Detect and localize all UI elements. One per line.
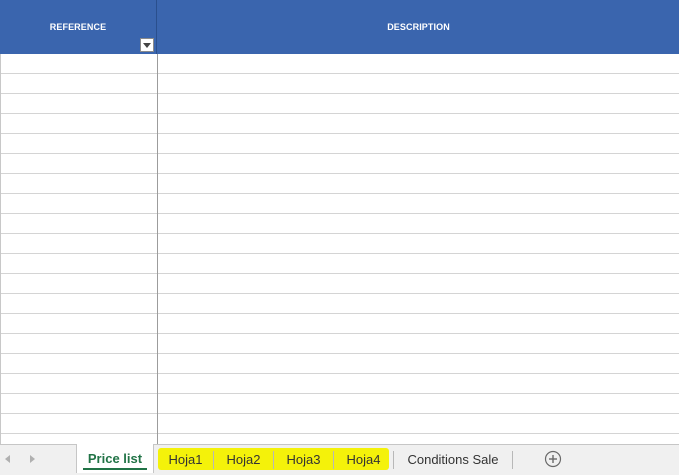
- table-row[interactable]: [0, 214, 679, 234]
- table-row[interactable]: [0, 134, 679, 154]
- column-divider: [157, 54, 158, 444]
- table-row[interactable]: [0, 434, 679, 444]
- column-header-description-label: DESCRIPTION: [387, 22, 450, 32]
- tab-price-list-label: Price list: [87, 451, 143, 466]
- tab-hoja2[interactable]: Hoja2: [214, 445, 273, 473]
- tab-hoja4-label: Hoja4: [346, 451, 381, 467]
- filter-dropdown-icon[interactable]: [140, 38, 154, 52]
- table-row[interactable]: [0, 234, 679, 254]
- table-row[interactable]: [0, 374, 679, 394]
- spreadsheet-grid: REFERENCE DESCRIPTION: [0, 0, 679, 444]
- table-row[interactable]: [0, 74, 679, 94]
- column-header-description[interactable]: DESCRIPTION: [158, 0, 679, 54]
- table-row[interactable]: [0, 334, 679, 354]
- header-row: REFERENCE DESCRIPTION: [0, 0, 679, 54]
- table-row[interactable]: [0, 94, 679, 114]
- tab-hoja1[interactable]: Hoja1: [158, 445, 213, 473]
- table-row[interactable]: [0, 174, 679, 194]
- column-header-reference[interactable]: REFERENCE: [0, 0, 157, 54]
- table-row[interactable]: [0, 294, 679, 314]
- tab-price-list[interactable]: Price list: [76, 444, 154, 473]
- table-row[interactable]: [0, 394, 679, 414]
- table-row[interactable]: [0, 54, 679, 74]
- chevron-left-icon[interactable]: [3, 454, 13, 464]
- tab-hoja1-label: Hoja1: [168, 451, 203, 467]
- grid-left-edge: [0, 54, 1, 444]
- tab-hoja4[interactable]: Hoja4: [334, 445, 393, 473]
- tab-conditions-sale[interactable]: Conditions Sale: [394, 445, 512, 473]
- sheet-tab-bar: Price list Hoja1 Hoja2 Hoja3 Hoja4 Condi…: [0, 444, 679, 475]
- tab-hoja3[interactable]: Hoja3: [274, 445, 333, 473]
- tab-conditions-sale-label: Conditions Sale: [407, 451, 499, 467]
- table-row[interactable]: [0, 354, 679, 374]
- column-header-reference-label: REFERENCE: [49, 22, 107, 32]
- tab-hoja3-label: Hoja3: [286, 451, 321, 467]
- tab-hoja2-label: Hoja2: [226, 451, 261, 467]
- tab-separator: [512, 451, 513, 469]
- table-row[interactable]: [0, 194, 679, 214]
- table-row[interactable]: [0, 414, 679, 434]
- table-row[interactable]: [0, 274, 679, 294]
- table-row[interactable]: [0, 154, 679, 174]
- table-row[interactable]: [0, 254, 679, 274]
- chevron-right-icon[interactable]: [28, 454, 38, 464]
- plus-circle-icon[interactable]: [544, 450, 562, 468]
- data-rows: [0, 54, 679, 444]
- table-row[interactable]: [0, 114, 679, 134]
- table-row[interactable]: [0, 314, 679, 334]
